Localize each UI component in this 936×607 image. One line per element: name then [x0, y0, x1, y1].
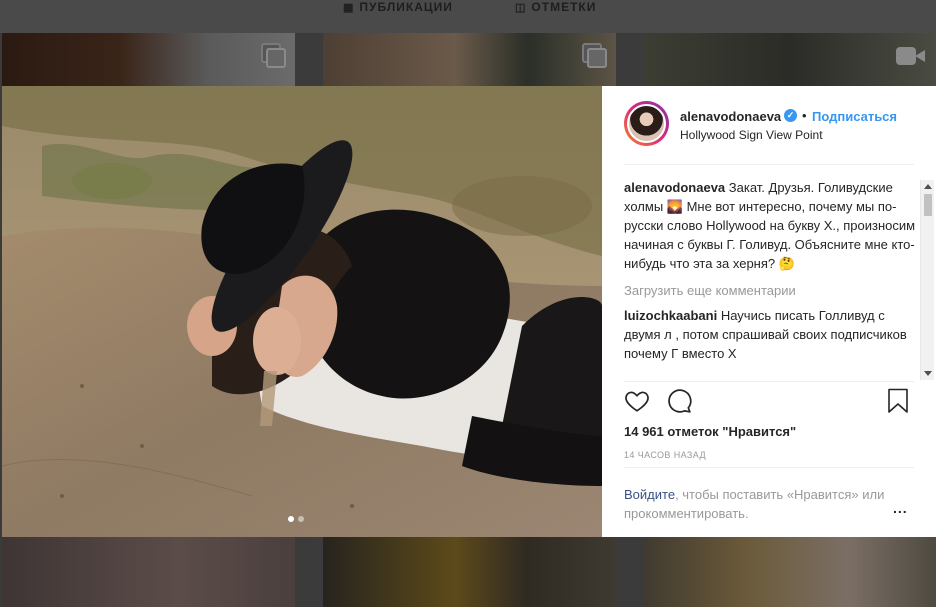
grid-tile[interactable]	[644, 33, 936, 86]
login-prompt: Войдите, чтобы поставить «Нравится» или …	[624, 485, 894, 523]
verified-badge-icon: ✓	[784, 109, 797, 122]
tab-tagged-label: ОТМЕТКИ	[531, 0, 597, 14]
grid-icon: ▦	[343, 1, 355, 14]
caption-username[interactable]: alenavodonaeva	[624, 180, 725, 195]
tab-posts-label: ПУБЛИКАЦИИ	[359, 0, 453, 14]
scroll-down-icon[interactable]	[924, 371, 932, 376]
comment: luizochkaabani Научись писать Голливуд с…	[624, 306, 916, 363]
location-link[interactable]: Hollywood Sign View Point	[680, 128, 823, 142]
scroll-up-icon[interactable]	[924, 184, 932, 189]
post-timestamp[interactable]: 14 ЧАСОВ НАЗАД	[624, 450, 706, 460]
divider	[624, 381, 914, 382]
follow-button[interactable]: Подписаться	[812, 109, 897, 124]
post-actions	[624, 388, 914, 418]
comments-list: alenavodonaeva Закат. Друзья. Голивудски…	[624, 178, 916, 371]
scrollbar-thumb[interactable]	[924, 194, 932, 216]
avatar[interactable]	[624, 101, 669, 146]
like-heart-icon[interactable]	[624, 388, 652, 416]
grid-tile[interactable]	[644, 537, 936, 607]
comments-scrollbar[interactable]	[920, 180, 934, 380]
tagged-icon: ◫	[515, 1, 527, 14]
multiple-photos-icon	[582, 43, 607, 68]
post-photo[interactable]	[2, 86, 602, 537]
post-header: alenavodonaeva ✓ • Подписаться Hollywood…	[602, 86, 936, 163]
bookmark-icon[interactable]	[886, 388, 914, 416]
post-image	[2, 86, 602, 537]
grid-tile[interactable]	[323, 33, 616, 86]
grid-tile[interactable]	[2, 33, 295, 86]
tab-posts[interactable]: ▦ ПУБЛИКАЦИИ	[343, 0, 453, 14]
post-side-panel: alenavodonaeva ✓ • Подписаться Hollywood…	[602, 86, 936, 537]
multiple-photos-icon	[261, 43, 286, 68]
likes-count[interactable]: 14 961 отметок "Нравится"	[624, 424, 796, 439]
divider	[624, 164, 914, 165]
author-username[interactable]: alenavodonaeva	[680, 109, 781, 124]
separator-dot: •	[802, 108, 807, 123]
profile-tabs-bar: ▦ ПУБЛИКАЦИИ ◫ ОТМЕТКИ	[0, 0, 936, 33]
more-options-icon[interactable]: ...	[893, 500, 908, 516]
grid-tile[interactable]	[323, 537, 616, 607]
carousel-dot-active	[288, 516, 294, 522]
caption: alenavodonaeva Закат. Друзья. Голивудски…	[624, 178, 916, 273]
divider	[624, 467, 914, 468]
carousel-dot	[298, 516, 304, 522]
video-icon	[896, 45, 926, 67]
grid-tile[interactable]	[2, 537, 295, 607]
comment-username[interactable]: luizochkaabani	[624, 308, 717, 323]
load-more-comments-button[interactable]: Загрузить еще комментарии	[624, 281, 916, 300]
login-link[interactable]: Войдите	[624, 487, 675, 502]
tab-tagged[interactable]: ◫ ОТМЕТКИ	[515, 0, 596, 14]
comment-bubble-icon[interactable]	[666, 388, 694, 416]
